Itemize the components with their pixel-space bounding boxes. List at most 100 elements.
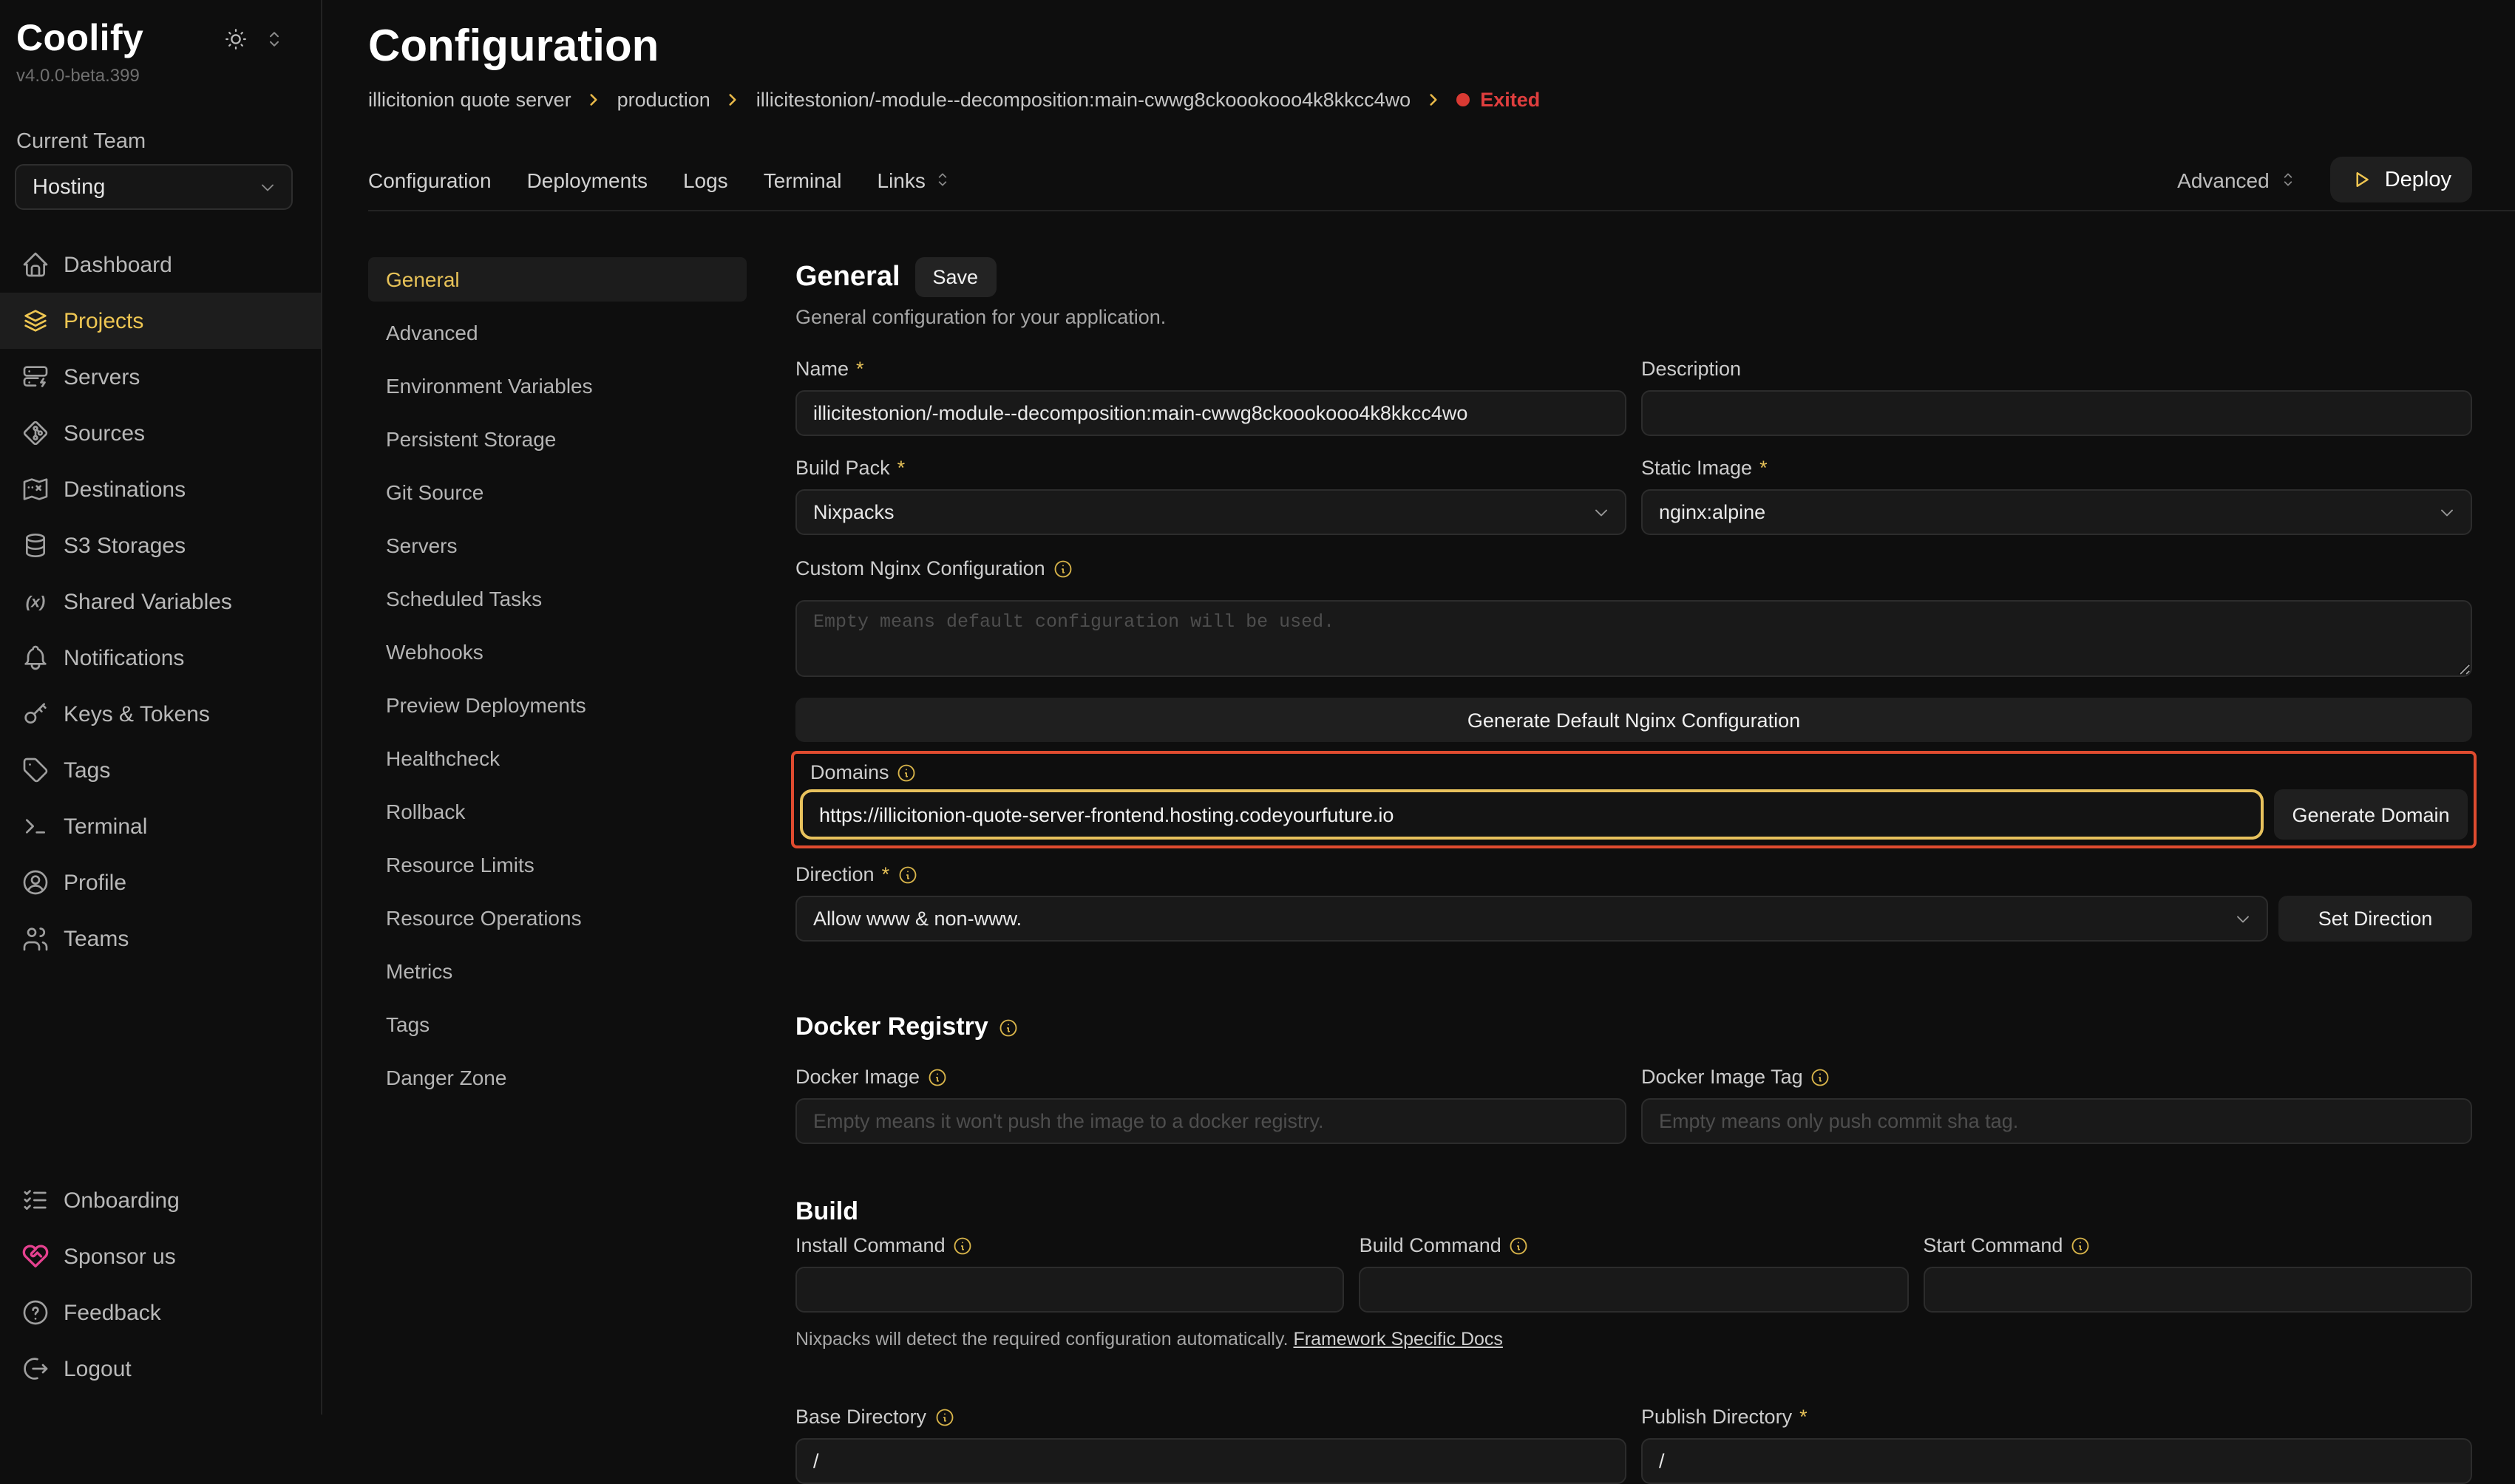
layers-icon: [21, 306, 50, 336]
info-icon: [953, 1235, 974, 1256]
selector-icon: [933, 170, 952, 189]
config-nav-general[interactable]: General: [368, 257, 747, 302]
publish-directory-input[interactable]: [1641, 1438, 2472, 1484]
tab-logs[interactable]: Logs: [683, 168, 728, 191]
config-nav-scheduled-tasks[interactable]: Scheduled Tasks: [368, 576, 747, 621]
sidebar-item-projects[interactable]: Projects: [0, 293, 321, 349]
info-icon: [927, 1066, 948, 1087]
breadcrumb-environment[interactable]: production: [617, 89, 710, 111]
build-command-input[interactable]: [1360, 1267, 1909, 1313]
sidebar-item-destinations[interactable]: Destinations: [0, 461, 321, 517]
deploy-button[interactable]: Deploy: [2330, 157, 2472, 202]
breadcrumb-project[interactable]: illicitonion quote server: [368, 89, 571, 111]
sidebar: Coolify v4.0.0-beta.399 Current Team Hos…: [0, 0, 322, 1415]
tab-configuration[interactable]: Configuration: [368, 168, 492, 191]
status-text: Exited: [1480, 89, 1540, 111]
sidebar-item-feedback[interactable]: Feedback: [0, 1284, 321, 1341]
config-nav-healthcheck[interactable]: Healthcheck: [368, 736, 747, 780]
sidebar-item-teams[interactable]: Teams: [0, 911, 321, 967]
config-nav-advanced[interactable]: Advanced: [368, 310, 747, 355]
sidebar-item-sources[interactable]: Sources: [0, 405, 321, 461]
sidebar-item-label: Feedback: [64, 1300, 161, 1325]
sidebar-item-terminal[interactable]: Terminal: [0, 798, 321, 854]
current-team-label: Current Team: [16, 130, 321, 154]
required-asterisk: *: [897, 457, 906, 479]
generate-domain-button[interactable]: Generate Domain: [2274, 789, 2468, 840]
config-nav-tags[interactable]: Tags: [368, 1002, 747, 1046]
tab-links[interactable]: Links: [878, 168, 952, 191]
sidebar-item-profile[interactable]: Profile: [0, 854, 321, 911]
play-icon: [2351, 169, 2373, 191]
sidebar-item-logout[interactable]: Logout: [0, 1341, 321, 1397]
sidebar-item-servers[interactable]: Servers: [0, 349, 321, 405]
theme-selector-icon[interactable]: [263, 28, 285, 50]
sidebar-item-label: Notifications: [64, 645, 184, 670]
config-nav-danger-zone[interactable]: Danger Zone: [368, 1055, 747, 1100]
info-icon: [897, 864, 917, 885]
config-nav-persistent-storage[interactable]: Persistent Storage: [368, 417, 747, 461]
install-command-input[interactable]: [795, 1267, 1345, 1313]
sidebar-item-label: Profile: [64, 870, 126, 895]
set-direction-button[interactable]: Set Direction: [2278, 896, 2472, 942]
sidebar-nav: Dashboard Projects Servers Sources Desti…: [0, 236, 321, 967]
advanced-dropdown[interactable]: Advanced: [2177, 168, 2298, 191]
users-icon: [21, 924, 50, 953]
docker-image-tag-input[interactable]: [1641, 1098, 2472, 1144]
tab-terminal[interactable]: Terminal: [764, 168, 842, 191]
sidebar-item-dashboard[interactable]: Dashboard: [0, 236, 321, 293]
sidebar-item-notifications[interactable]: Notifications: [0, 630, 321, 686]
chevron-down-icon: [1591, 502, 1612, 523]
main-area: Configuration illicitonion quote server …: [322, 0, 2515, 1415]
team-select[interactable]: Hosting: [15, 164, 293, 210]
config-nav-resource-limits[interactable]: Resource Limits: [368, 843, 747, 887]
save-button[interactable]: Save: [915, 257, 997, 297]
config-nav-metrics[interactable]: Metrics: [368, 949, 747, 993]
domains-input[interactable]: [800, 789, 2264, 840]
sidebar-spacer: [0, 967, 321, 1146]
selector-icon: [2278, 170, 2298, 189]
name-input[interactable]: [795, 390, 1626, 436]
build-pack-label: Build Pack*: [795, 457, 1626, 479]
theme-sun-icon[interactable]: [223, 27, 248, 52]
config-nav-resource-operations[interactable]: Resource Operations: [368, 896, 747, 940]
sidebar-item-s3-storages[interactable]: S3 Storages: [0, 517, 321, 573]
direction-select[interactable]: Allow www & non-www.: [795, 896, 2268, 942]
sidebar-item-label: Destinations: [64, 477, 186, 502]
custom-nginx-textarea[interactable]: [795, 600, 2472, 677]
tab-bar: Configuration Deployments Logs Terminal …: [368, 149, 2515, 211]
config-nav-rollback[interactable]: Rollback: [368, 789, 747, 834]
config-nav-preview-deployments[interactable]: Preview Deployments: [368, 683, 747, 727]
chevron-right-icon: [724, 90, 743, 109]
config-nav-environment-variables[interactable]: Environment Variables: [368, 364, 747, 408]
base-directory-input[interactable]: [795, 1438, 1626, 1484]
sidebar-item-sponsor[interactable]: Sponsor us: [0, 1228, 321, 1284]
framework-docs-link[interactable]: Framework Specific Docs: [1294, 1329, 1503, 1349]
team-select-value: Hosting: [33, 175, 105, 199]
config-nav-webhooks[interactable]: Webhooks: [368, 630, 747, 674]
sidebar-item-label: S3 Storages: [64, 533, 186, 558]
config-nav-servers[interactable]: Servers: [368, 523, 747, 568]
sidebar-item-tags[interactable]: Tags: [0, 742, 321, 798]
sidebar-item-shared-variables[interactable]: (x) Shared Variables: [0, 573, 321, 630]
sidebar-item-label: Projects: [64, 308, 143, 333]
breadcrumb-application[interactable]: illicitestonion/-module--decomposition:m…: [756, 89, 1411, 111]
config-nav-git-source[interactable]: Git Source: [368, 470, 747, 514]
publish-directory-label: Publish Directory*: [1641, 1406, 2472, 1428]
required-asterisk: *: [1799, 1406, 1808, 1428]
tab-deployments[interactable]: Deployments: [527, 168, 648, 191]
start-command-input[interactable]: [1923, 1267, 2472, 1313]
static-image-value: nginx:alpine: [1659, 501, 1765, 523]
server-icon: [21, 362, 50, 392]
sidebar-item-onboarding[interactable]: Onboarding: [0, 1172, 321, 1228]
generate-nginx-button[interactable]: Generate Default Nginx Configuration: [795, 698, 2472, 742]
general-form: General Save General configuration for y…: [795, 257, 2472, 1415]
description-label: Description: [1641, 358, 2472, 380]
docker-image-input[interactable]: [795, 1098, 1626, 1144]
app-logo: Coolify: [16, 18, 143, 61]
custom-nginx-label: Custom Nginx Configuration: [795, 557, 2472, 579]
static-image-select[interactable]: nginx:alpine: [1641, 489, 2472, 535]
page-header: Configuration illicitonion quote server …: [322, 0, 2515, 111]
sidebar-item-keys-tokens[interactable]: Keys & Tokens: [0, 686, 321, 742]
description-input[interactable]: [1641, 390, 2472, 436]
build-pack-select[interactable]: Nixpacks: [795, 489, 1626, 535]
